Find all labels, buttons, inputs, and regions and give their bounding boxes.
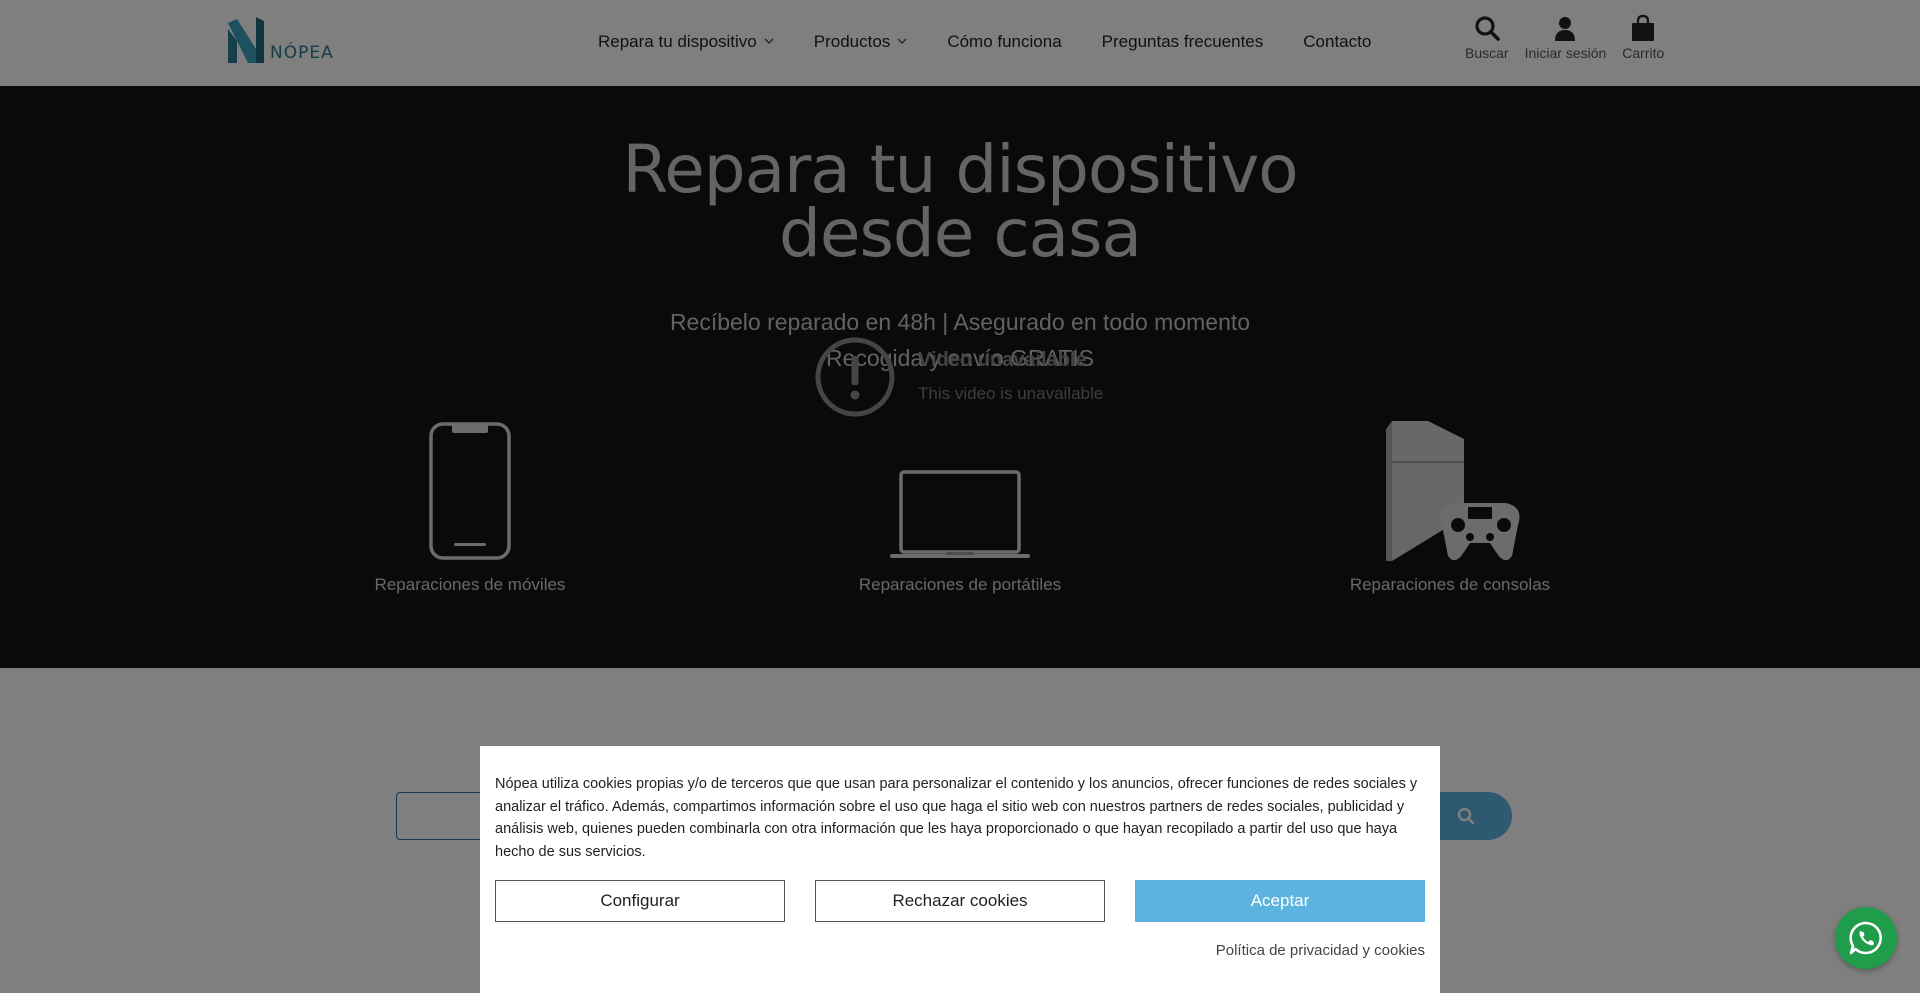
cookie-banner: Nópea utiliza cookies propias y/o de ter… — [480, 746, 1440, 993]
configure-cookies-button[interactable]: Configurar — [495, 880, 785, 922]
accept-cookies-button[interactable]: Aceptar — [1135, 880, 1425, 922]
whatsapp-button[interactable] — [1835, 907, 1897, 969]
privacy-policy-link[interactable]: Política de privacidad y cookies — [1216, 942, 1425, 959]
reject-cookies-button[interactable]: Rechazar cookies — [815, 880, 1105, 922]
whatsapp-icon — [1849, 921, 1882, 955]
cookie-actions: Configurar Rechazar cookies Aceptar — [495, 880, 1425, 922]
cookie-text: Nópea utiliza cookies propias y/o de ter… — [495, 776, 1418, 860]
